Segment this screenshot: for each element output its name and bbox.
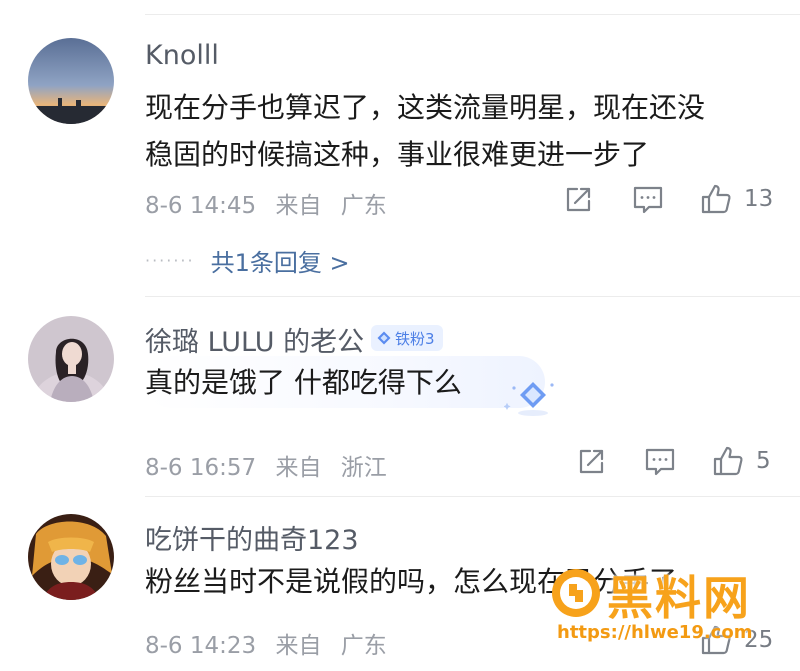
comment-icon [633,186,663,214]
comment-line: 现在分手也算迟了，这类流量明星，现在还没 [145,91,706,124]
like-count: 13 [744,186,774,212]
avatar[interactable] [28,514,114,600]
location: 广东 [340,633,387,659]
watermark: 黑料网 https://hlwe19.com [545,560,795,660]
divider [145,296,800,297]
comment-icon [645,448,675,476]
badge-label: 铁粉3 [395,329,435,348]
view-replies-link[interactable]: ······· 共1条回复 > [145,243,350,278]
timestamp: 8-6 14:23 [145,633,257,659]
location: 浙江 [340,455,387,481]
watermark-logo-icon [552,569,600,617]
comment-button[interactable] [644,447,676,477]
comment-button[interactable] [632,185,664,215]
comment-text: 真的是饿了 什都吃得下么 [145,359,462,406]
comment-line: 真的是饿了 什都吃得下么 [145,366,462,399]
from-label: 来自 [275,455,322,481]
comment-meta: 8-6 14:23 来自 广东 [145,626,387,660]
from-label: 来自 [275,633,322,659]
share-button[interactable] [563,185,593,215]
thumbs-up-icon [713,446,743,476]
like-button[interactable]: 13 [700,183,773,215]
from-label: 来自 [275,193,322,219]
comment-line: 稳固的时候搞这种，事业很难更进一步了 [145,138,650,171]
timestamp: 8-6 16:57 [145,455,257,481]
watermark-url: https://hlwe19.com [557,622,753,643]
dots-icon: ······· [145,251,195,270]
watermark-text: 黑料网 [607,571,751,625]
comment-meta: 8-6 14:45 来自 广东 [145,186,387,220]
replies-label: 共1条回复 > [210,249,350,277]
share-button[interactable] [576,447,606,477]
diamond-icon [377,331,391,345]
username[interactable]: Knolll [145,40,219,71]
like-button[interactable]: 5 [712,445,771,477]
comment-text: 现在分手也算迟了，这类流量明星，现在还没 稳固的时候搞这种，事业很难更进一步了 [145,84,705,178]
avatar[interactable] [28,38,114,124]
thumbs-up-icon [701,184,731,214]
divider [145,496,800,497]
bubble-gem-icon [504,382,554,416]
divider [145,14,800,15]
username[interactable]: 徐璐 LULU 的老公 [145,320,364,359]
location: 广东 [340,193,387,219]
timestamp: 8-6 14:45 [145,193,257,219]
share-icon [566,187,591,212]
comment-meta: 8-6 16:57 来自 浙江 [145,448,387,482]
share-icon [579,449,604,474]
username[interactable]: 吃饼干的曲奇123 [145,518,359,557]
avatar[interactable] [28,316,114,402]
like-count: 5 [756,448,771,474]
fan-badge: 铁粉3 [371,325,443,351]
